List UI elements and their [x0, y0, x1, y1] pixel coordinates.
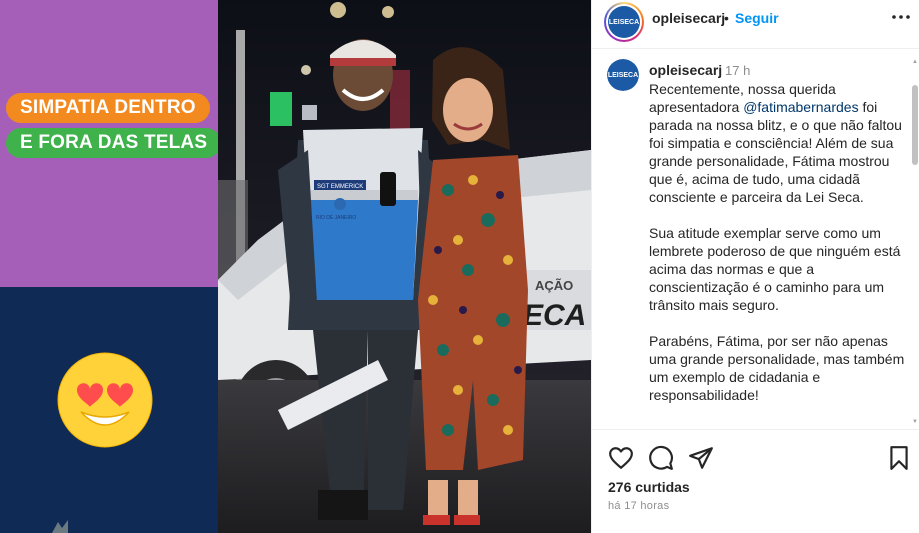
caption-text-after: foi parada na nossa blitz, e o que não f…	[649, 99, 905, 403]
graphic-headline-line2: E FORA DAS TELAS	[6, 128, 222, 158]
caption-avatar-logo-text: LEISECA	[607, 71, 639, 79]
caption-leiseca-logo-icon: LEISECA	[607, 59, 639, 91]
graphic-headline-line1: SIMPATIA DENTRO	[6, 93, 210, 123]
profile-avatar[interactable]: LEISECA	[604, 2, 644, 42]
post-header: LEISECA opleisecarj • Seguir	[592, 0, 919, 49]
post-graphic-panel: SIMPATIA DENTRO E FORA DAS TELAS	[0, 0, 222, 533]
caption-username-link[interactable]: opleisecarj	[649, 62, 722, 78]
car-text-1: AÇÃO	[535, 278, 573, 293]
scroll-down-arrow-icon[interactable]: ▼	[912, 419, 918, 425]
caption-scroll-area[interactable]: LEISECA opleisecarj 17 h Recentemente, n…	[592, 49, 919, 429]
officer-badge-text: SGT EMMERICK	[317, 184, 363, 190]
scroll-thumb[interactable]	[912, 85, 918, 165]
share-icon[interactable]	[688, 445, 714, 471]
post-timestamp: há 17 horas	[608, 500, 670, 512]
post-side-panel: LEISECA opleisecarj • Seguir LEISECA opl…	[591, 0, 919, 533]
caption-scrollbar[interactable]: ▲ ▼	[911, 57, 919, 427]
heart-icon[interactable]	[608, 445, 634, 471]
caption-time: 17 h	[725, 63, 751, 78]
follow-button[interactable]: Seguir	[735, 10, 779, 26]
vest-text: RIO DE JANEIRO	[316, 215, 356, 221]
mention-link[interactable]: @fatimabernardes	[743, 99, 858, 115]
leiseca-logo-icon: LEISECA	[608, 6, 640, 38]
more-options-icon[interactable]	[890, 6, 912, 28]
decorative-plant-icon	[52, 520, 68, 533]
avatar-logo-text: LEISECA	[608, 18, 640, 26]
post-actions: 276 curtidas há 17 horas	[592, 429, 919, 533]
header-username-link[interactable]: opleisecarj	[652, 10, 725, 26]
heart-eyes-emoji-icon	[57, 352, 153, 448]
likes-count[interactable]: 276 curtidas	[608, 479, 690, 495]
caption-text: Recentemente, nossa querida apresentador…	[649, 80, 909, 404]
car-text-2: ECA	[523, 299, 586, 332]
scroll-up-arrow-icon[interactable]: ▲	[912, 59, 918, 65]
comment-icon[interactable]	[648, 445, 674, 471]
photo-scene: AÇÃO ECA SGT EMMERICK RIO DE JANEIRO	[218, 0, 591, 533]
header-separator: •	[724, 10, 729, 26]
post-photo[interactable]: AÇÃO ECA SGT EMMERICK RIO DE JANEIRO	[218, 0, 591, 533]
caption-avatar[interactable]: LEISECA	[607, 59, 639, 91]
bookmark-icon[interactable]	[886, 445, 912, 471]
